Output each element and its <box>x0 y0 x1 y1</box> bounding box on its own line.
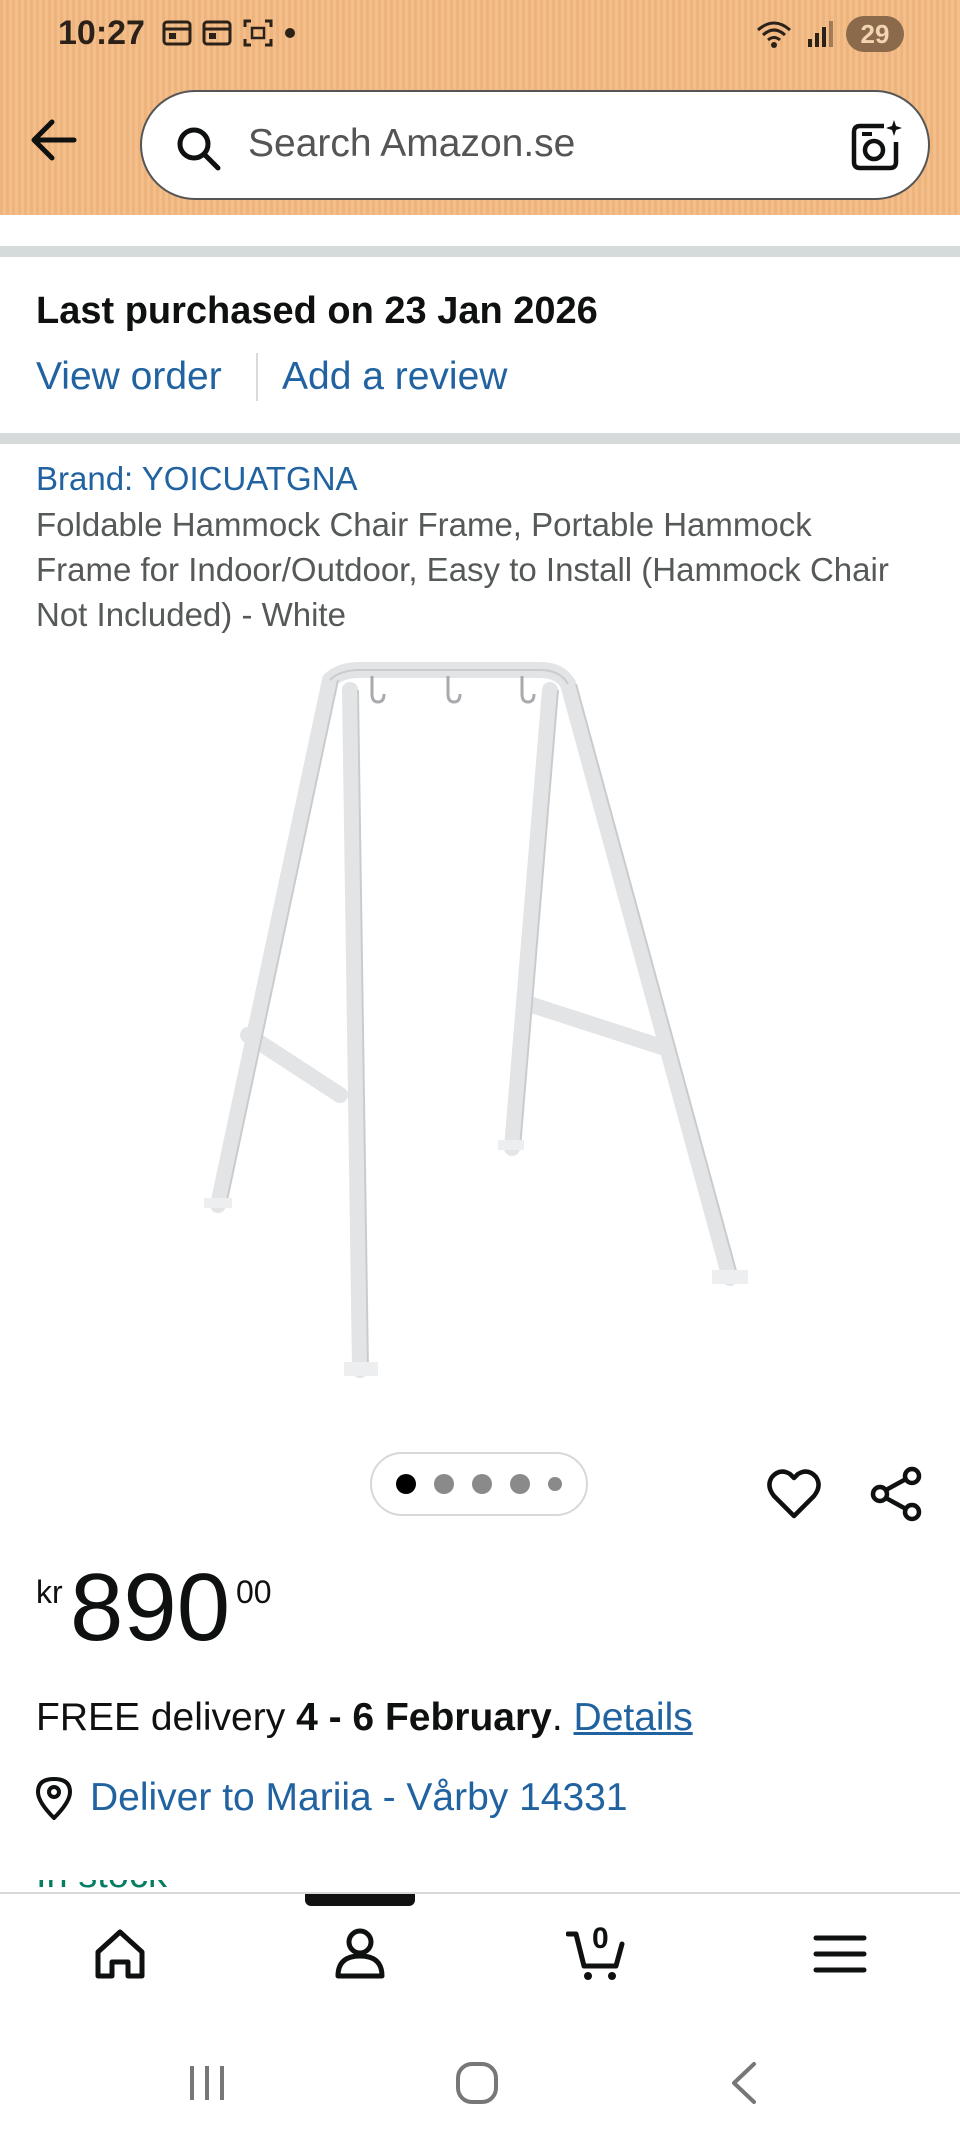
calendar-icon <box>162 20 192 46</box>
calendar-icon <box>202 20 232 46</box>
delivery-info: FREE delivery 4 - 6 February. Details <box>36 1696 693 1740</box>
battery-indicator: 29 <box>846 16 904 52</box>
product-image[interactable] <box>200 650 760 1390</box>
header: 10:27 29 Search Amazon.se <box>0 0 960 215</box>
screenshot-icon <box>243 19 273 47</box>
add-review-link[interactable]: Add a review <box>282 355 507 399</box>
carousel-dot[interactable] <box>548 1477 562 1491</box>
price-currency: kr <box>36 1574 63 1610</box>
camera-search-icon[interactable] <box>848 118 904 174</box>
last-purchased-heading: Last purchased on 23 Jan 2026 <box>36 290 598 332</box>
home-button-icon[interactable] <box>452 2058 502 2108</box>
back-button-icon[interactable] <box>720 2058 770 2108</box>
dot-icon <box>285 28 295 38</box>
bottom-navigation: 0 <box>0 1892 960 2012</box>
system-navigation-bar <box>0 2012 960 2133</box>
link-separator <box>256 353 258 401</box>
recent-apps-icon[interactable] <box>182 2058 232 2108</box>
delivery-details-link[interactable]: Details <box>574 1696 693 1739</box>
delivery-prefix: FREE delivery <box>36 1696 297 1739</box>
carousel-dot[interactable] <box>472 1474 492 1494</box>
status-right: 29 <box>754 16 904 52</box>
image-carousel-indicator[interactable] <box>370 1452 588 1516</box>
active-tab-indicator <box>305 1894 415 1906</box>
search-icon <box>177 127 221 171</box>
signal-icon <box>808 21 833 47</box>
carousel-dot[interactable] <box>434 1474 454 1494</box>
carousel-dot[interactable] <box>510 1474 530 1494</box>
status-time: 10:27 <box>58 14 145 52</box>
divider <box>0 433 960 444</box>
search-input[interactable]: Search Amazon.se <box>248 122 575 166</box>
delivery-suffix: . <box>551 1696 574 1739</box>
wishlist-heart-icon[interactable] <box>766 1466 822 1522</box>
price-whole: 890 <box>70 1554 231 1661</box>
share-icon[interactable] <box>868 1466 924 1522</box>
view-order-link[interactable]: View order <box>36 355 222 399</box>
availability-text: In stock <box>36 1880 186 1892</box>
delivery-dates: 4 - 6 February <box>296 1696 552 1739</box>
status-notification-icons <box>162 18 296 48</box>
partially-hidden-text: In stock <box>36 1880 186 1892</box>
wifi-icon <box>757 21 791 48</box>
divider <box>0 246 960 257</box>
carousel-dot[interactable] <box>396 1474 416 1494</box>
price-fraction: 00 <box>236 1574 272 1610</box>
home-icon[interactable] <box>90 1924 150 1984</box>
location-pin-icon <box>35 1776 73 1820</box>
brand-link[interactable]: Brand: YOICUATGNA <box>36 460 358 498</box>
cart-count: 0 <box>592 1922 609 1955</box>
back-arrow-icon[interactable] <box>26 112 82 168</box>
product-title: Foldable Hammock Chair Frame, Portable H… <box>36 506 889 633</box>
account-icon[interactable] <box>330 1924 390 1984</box>
search-bar[interactable]: Search Amazon.se <box>140 90 930 200</box>
menu-icon[interactable] <box>810 1924 870 1984</box>
deliver-to-link[interactable]: Deliver to Mariia - Vårby 14331 <box>90 1776 628 1820</box>
status-bar: 10:27 29 <box>0 0 960 70</box>
